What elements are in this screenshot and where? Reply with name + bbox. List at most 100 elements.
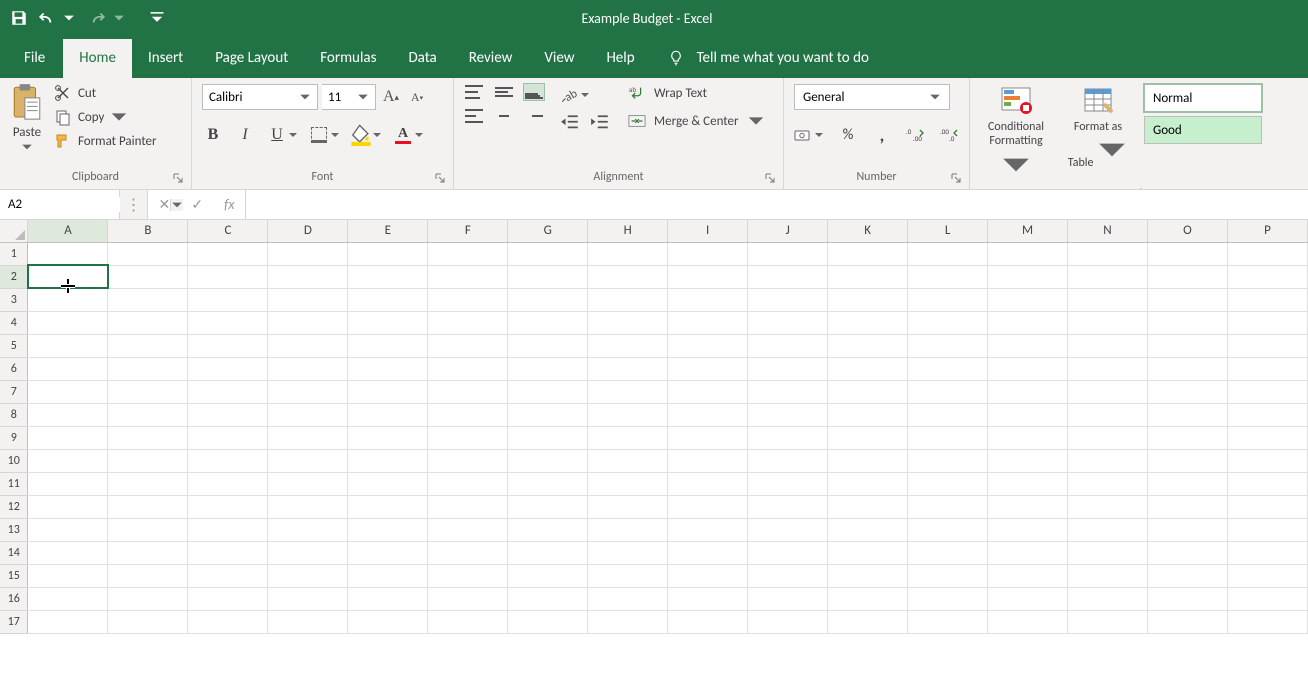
cell-O13[interactable] — [1147, 518, 1227, 541]
cell-P16[interactable] — [1227, 587, 1307, 610]
cell-B4[interactable] — [108, 311, 188, 334]
row-header-13[interactable]: 13 — [0, 518, 28, 541]
cell-K10[interactable] — [828, 449, 908, 472]
enter-button[interactable]: ✓ — [191, 196, 203, 213]
align-right-button[interactable] — [524, 108, 544, 124]
cell-H10[interactable] — [588, 449, 668, 472]
undo-dropdown[interactable] — [60, 9, 78, 27]
cell-P9[interactable] — [1227, 426, 1307, 449]
cell-C1[interactable] — [188, 242, 268, 265]
qat-customize-dropdown[interactable] — [148, 9, 166, 27]
align-center-button[interactable] — [494, 108, 514, 124]
cell-F3[interactable] — [428, 288, 508, 311]
cell-M2[interactable] — [988, 265, 1068, 288]
cell-N5[interactable] — [1068, 334, 1148, 357]
cell-F5[interactable] — [428, 334, 508, 357]
row-header-8[interactable]: 8 — [0, 403, 28, 426]
paste-dropdown[interactable] — [21, 141, 33, 153]
row-header-10[interactable]: 10 — [0, 449, 28, 472]
cell-J10[interactable] — [748, 449, 828, 472]
wrap-text-button[interactable]: ab Wrap Text — [628, 84, 765, 102]
fill-color-button[interactable] — [350, 124, 372, 146]
bold-button[interactable]: B — [202, 124, 224, 146]
cell-C3[interactable] — [188, 288, 268, 311]
column-header-H[interactable]: H — [588, 220, 668, 242]
copy-dropdown[interactable] — [110, 108, 128, 126]
cell-N8[interactable] — [1068, 403, 1148, 426]
cell-P5[interactable] — [1227, 334, 1307, 357]
cell-C2[interactable] — [188, 265, 268, 288]
cell-A9[interactable] — [28, 426, 108, 449]
align-middle-button[interactable] — [494, 84, 514, 100]
row-header-9[interactable]: 9 — [0, 426, 28, 449]
cell-B7[interactable] — [108, 380, 188, 403]
cell-H2[interactable] — [588, 265, 668, 288]
format-painter-button[interactable]: Format Painter — [54, 132, 157, 150]
cell-B5[interactable] — [108, 334, 188, 357]
cell-K5[interactable] — [828, 334, 908, 357]
cell-A11[interactable] — [28, 472, 108, 495]
cell-G7[interactable] — [508, 380, 588, 403]
borders-button[interactable] — [308, 124, 330, 146]
cell-G8[interactable] — [508, 403, 588, 426]
row-header-7[interactable]: 7 — [0, 380, 28, 403]
cell-M9[interactable] — [988, 426, 1068, 449]
cell-L6[interactable] — [908, 357, 988, 380]
cell-F11[interactable] — [428, 472, 508, 495]
cell-E7[interactable] — [348, 380, 428, 403]
cell-B12[interactable] — [108, 495, 188, 518]
cell-P6[interactable] — [1227, 357, 1307, 380]
cell-B6[interactable] — [108, 357, 188, 380]
number-dialog-launcher[interactable] — [951, 173, 963, 185]
row-header-6[interactable]: 6 — [0, 357, 28, 380]
cell-E1[interactable] — [348, 242, 428, 265]
borders-dropdown[interactable] — [330, 124, 340, 146]
cell-C16[interactable] — [188, 587, 268, 610]
cell-E13[interactable] — [348, 518, 428, 541]
cell-H14[interactable] — [588, 541, 668, 564]
tab-formulas[interactable]: Formulas — [304, 39, 392, 78]
row-header-17[interactable]: 17 — [0, 610, 28, 633]
cell-N4[interactable] — [1068, 311, 1148, 334]
cell-K13[interactable] — [828, 518, 908, 541]
cell-O10[interactable] — [1147, 449, 1227, 472]
increase-indent-button[interactable] — [590, 114, 610, 130]
column-header-N[interactable]: N — [1068, 220, 1148, 242]
cell-O16[interactable] — [1147, 587, 1227, 610]
cell-P15[interactable] — [1227, 564, 1307, 587]
font-dialog-launcher[interactable] — [435, 173, 447, 185]
cell-E3[interactable] — [348, 288, 428, 311]
cell-M11[interactable] — [988, 472, 1068, 495]
save-icon[interactable] — [10, 9, 28, 27]
cell-M5[interactable] — [988, 334, 1068, 357]
merge-dropdown[interactable] — [747, 112, 765, 130]
cell-G2[interactable] — [508, 265, 588, 288]
cell-B8[interactable] — [108, 403, 188, 426]
cell-J6[interactable] — [748, 357, 828, 380]
cell-style-normal[interactable]: Normal — [1144, 84, 1262, 112]
cell-D4[interactable] — [268, 311, 348, 334]
cell-F14[interactable] — [428, 541, 508, 564]
italic-button[interactable]: I — [234, 124, 256, 146]
cell-N14[interactable] — [1068, 541, 1148, 564]
cell-D12[interactable] — [268, 495, 348, 518]
cell-G17[interactable] — [508, 610, 588, 633]
decrease-decimal-button[interactable]: .00.0 — [940, 127, 960, 143]
cell-O15[interactable] — [1147, 564, 1227, 587]
cell-D7[interactable] — [268, 380, 348, 403]
cell-O17[interactable] — [1147, 610, 1227, 633]
cell-N10[interactable] — [1068, 449, 1148, 472]
cell-F4[interactable] — [428, 311, 508, 334]
cell-A12[interactable] — [28, 495, 108, 518]
cell-I3[interactable] — [668, 288, 748, 311]
cell-J11[interactable] — [748, 472, 828, 495]
cell-H9[interactable] — [588, 426, 668, 449]
cell-J7[interactable] — [748, 380, 828, 403]
cell-D13[interactable] — [268, 518, 348, 541]
cell-I4[interactable] — [668, 311, 748, 334]
cell-J15[interactable] — [748, 564, 828, 587]
cell-I2[interactable] — [668, 265, 748, 288]
cell-E9[interactable] — [348, 426, 428, 449]
cell-N12[interactable] — [1068, 495, 1148, 518]
cell-F7[interactable] — [428, 380, 508, 403]
